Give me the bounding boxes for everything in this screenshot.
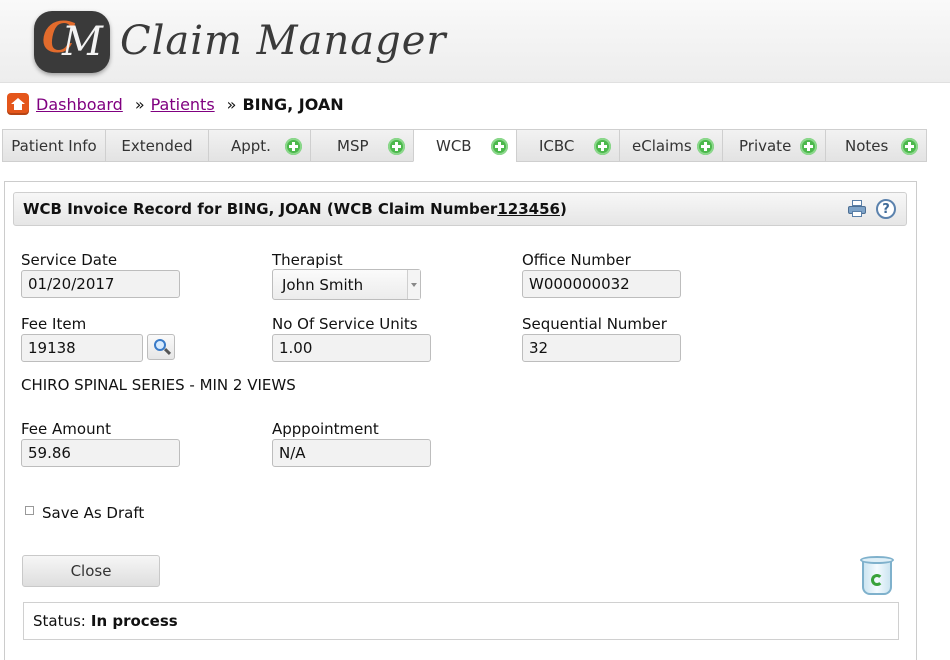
breadcrumb-separator: »	[134, 94, 145, 114]
fee-item-field[interactable]: 19138	[21, 334, 143, 362]
tab-extended[interactable]: Extended	[105, 129, 208, 162]
tab-eclaims[interactable]: eClaims	[619, 129, 722, 162]
tab-label: ICBC	[539, 136, 575, 155]
add-wcb-icon[interactable]	[491, 138, 508, 155]
fee-amount-label: Fee Amount	[21, 420, 111, 438]
add-msp-icon[interactable]	[388, 138, 405, 155]
tab-patient-info[interactable]: Patient Info	[2, 129, 105, 162]
appointment-label: Apppointment	[272, 420, 379, 438]
breadcrumb-current: BING, JOAN	[242, 94, 344, 114]
panel-title-suffix: )	[559, 200, 567, 218]
tab-label: MSP	[337, 136, 369, 155]
add-icbc-icon[interactable]	[594, 138, 611, 155]
tab-wcb[interactable]: WCB	[413, 129, 516, 162]
tab-appt[interactable]: Appt.	[208, 129, 310, 162]
tab-notes[interactable]: Notes	[825, 129, 927, 162]
service-date-label: Service Date	[21, 251, 118, 269]
status-label: Status:	[33, 612, 86, 630]
office-number-field[interactable]: W000000032	[522, 270, 681, 298]
sequential-number-label: Sequential Number	[522, 315, 667, 333]
fee-item-description: CHIRO SPINAL SERIES - MIN 2 VIEWS	[21, 376, 296, 394]
therapist-label: Therapist	[272, 251, 343, 269]
status-value: In process	[90, 612, 178, 630]
breadcrumb-patients-link[interactable]: Patients	[151, 95, 215, 114]
fee-amount-field[interactable]: 59.86	[21, 439, 180, 467]
claim-manager-logo: CM	[34, 11, 110, 73]
home-icon[interactable]	[7, 93, 29, 115]
breadcrumb-separator: »	[226, 94, 237, 114]
breadcrumb-dashboard-link[interactable]: Dashboard	[36, 95, 123, 114]
status-bar: Status: In process	[23, 602, 899, 640]
tab-label: WCB	[436, 136, 472, 155]
tab-icbc[interactable]: ICBC	[516, 129, 619, 162]
tab-label: Extended	[121, 136, 193, 155]
close-button[interactable]: Close	[22, 555, 160, 587]
tab-label: eClaims	[632, 136, 692, 155]
claim-number-link[interactable]: 123456	[497, 200, 560, 218]
app-header: CM Claim Manager	[0, 0, 950, 83]
add-appt-icon[interactable]	[285, 138, 302, 155]
tab-private[interactable]: Private	[722, 129, 825, 162]
patient-tabs: Patient Info Extended Appt. MSP WCB ICBC…	[2, 129, 927, 162]
chevron-down-icon[interactable]	[407, 270, 420, 299]
save-as-draft-label: Save As Draft	[42, 504, 145, 522]
panel-title-prefix: WCB Invoice Record for BING, JOAN (WCB C…	[23, 200, 498, 218]
tab-label: Appt.	[231, 136, 271, 155]
service-date-field[interactable]: 01/20/2017	[21, 270, 180, 298]
service-units-label: No Of Service Units	[272, 315, 418, 333]
service-units-field[interactable]: 1.00	[272, 334, 431, 362]
fee-item-label: Fee Item	[21, 315, 87, 333]
tab-label: Patient Info	[11, 136, 97, 155]
add-eclaims-icon[interactable]	[697, 138, 714, 155]
appointment-field[interactable]: N/A	[272, 439, 431, 467]
panel-title: WCB Invoice Record for BING, JOAN (WCB C…	[13, 192, 907, 226]
recycle-bin-icon[interactable]	[860, 556, 894, 596]
fee-item-search-button[interactable]	[147, 334, 175, 360]
tab-msp[interactable]: MSP	[310, 129, 413, 162]
add-private-icon[interactable]	[800, 138, 817, 155]
app-logo-text: Claim Manager	[120, 18, 447, 64]
sequential-number-field[interactable]: 32	[522, 334, 681, 362]
print-icon[interactable]	[848, 200, 866, 217]
tab-label: Private	[739, 136, 792, 155]
help-icon[interactable]: ?	[876, 199, 896, 219]
office-number-label: Office Number	[522, 251, 631, 269]
wcb-invoice-panel: WCB Invoice Record for BING, JOAN (WCB C…	[4, 181, 917, 660]
add-notes-icon[interactable]	[901, 138, 918, 155]
save-as-draft-checkbox[interactable]	[25, 506, 34, 515]
therapist-selected-value: John Smith	[282, 275, 364, 294]
therapist-select[interactable]: John Smith	[272, 269, 421, 300]
breadcrumb: Dashboard » Patients » BING, JOAN	[7, 92, 344, 116]
tab-label: Notes	[845, 136, 889, 155]
